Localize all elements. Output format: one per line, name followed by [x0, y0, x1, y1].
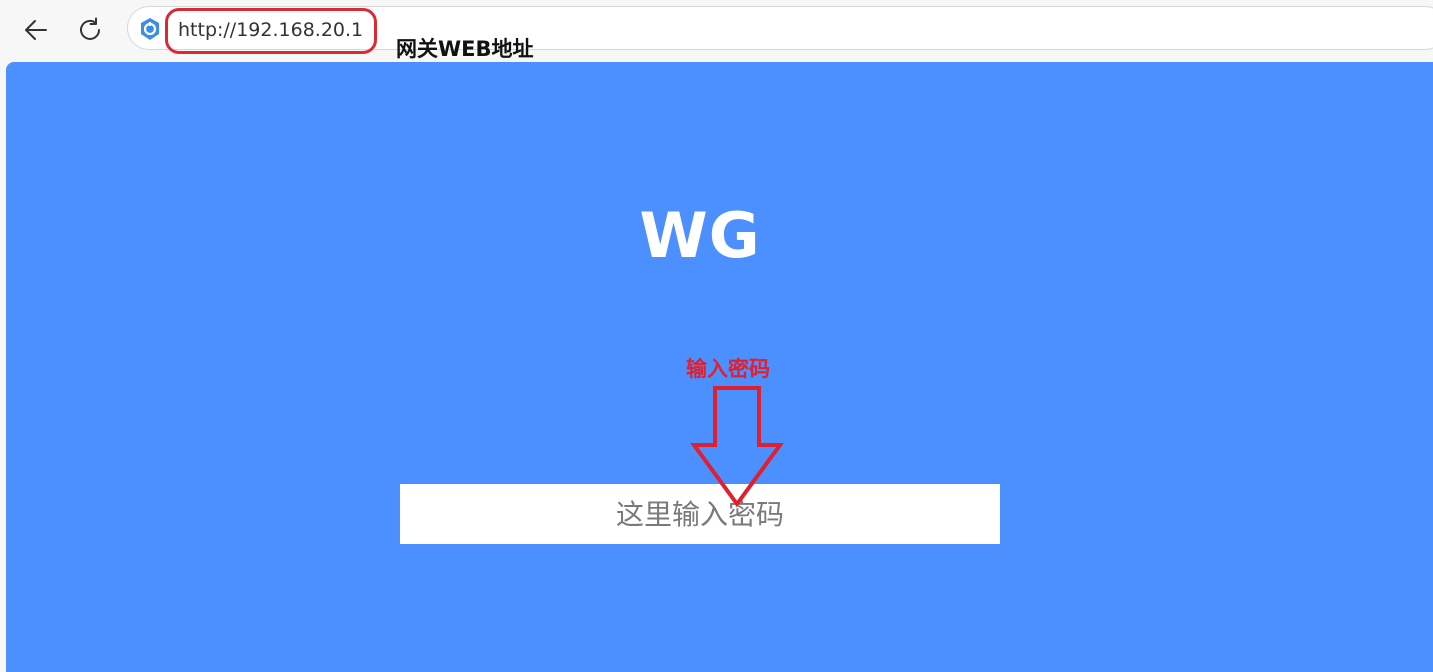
login-page: WG 输入密码: [6, 62, 1433, 672]
address-bar[interactable]: http://192.168.20.1: [127, 6, 1433, 50]
reload-icon: [80, 17, 100, 40]
browser-toolbar: http://192.168.20.1 网关WEB地址: [0, 0, 1433, 62]
logo-text: WG: [639, 199, 761, 272]
arrow-left-icon: [25, 20, 47, 40]
reload-button[interactable]: [72, 12, 108, 48]
password-annotation-label: 输入密码: [686, 357, 770, 381]
url-annotation-label: 网关WEB地址: [396, 37, 534, 61]
back-button[interactable]: [18, 12, 54, 48]
site-shield-icon: [141, 18, 159, 40]
url-text[interactable]: http://192.168.20.1: [178, 19, 363, 41]
password-input[interactable]: [400, 484, 1000, 544]
